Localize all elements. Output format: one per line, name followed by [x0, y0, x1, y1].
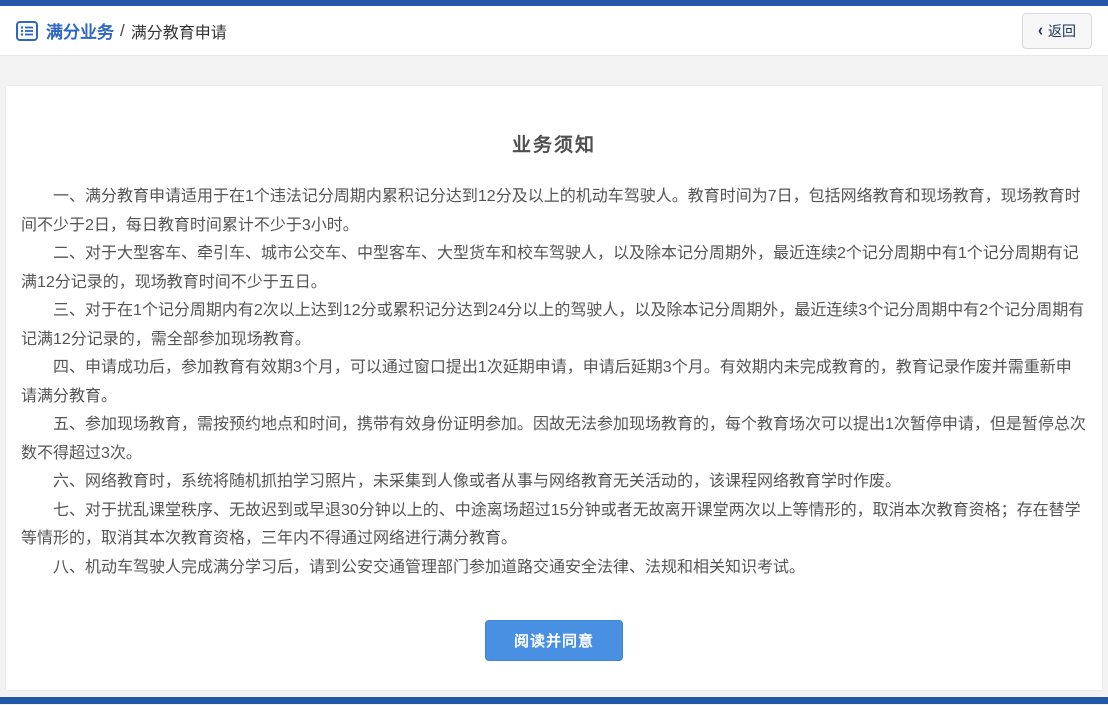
notice-paragraph-4: 四、申请成功后，参加教育有效期3个月，可以通过窗口提出1次延期申请，申请后延期3…: [21, 354, 1087, 411]
notice-paragraph-2: 二、对于大型客车、牵引车、城市公交车、中型客车、大型货车和校车驾驶人，以及除本记…: [21, 240, 1087, 297]
notice-paragraph-8: 八、机动车驾驶人完成满分学习后，请到公安交通管理部门参加道路交通安全法律、法规和…: [21, 554, 1087, 583]
notice-paragraph-5: 五、参加现场教育，需按预约地点和时间，携带有效身份证明参加。因故无法参加现场教育…: [21, 411, 1087, 468]
header: 满分业务 / 满分教育申请 ‹ 返回: [0, 6, 1108, 56]
back-button-label: 返回: [1048, 21, 1076, 41]
breadcrumb-separator: /: [120, 21, 125, 41]
breadcrumb-root-link[interactable]: 满分业务: [46, 18, 114, 43]
notice-body: 一、满分教育申请适用于在1个违法记分周期内累积记分达到12分及以上的机动车驾驶人…: [21, 183, 1087, 582]
notice-title: 业务须知: [21, 130, 1087, 157]
agree-button-row: 阅读并同意: [21, 620, 1087, 661]
chevron-left-icon: ‹: [1038, 22, 1043, 39]
notice-paragraph-1: 一、满分教育申请适用于在1个违法记分周期内累积记分达到12分及以上的机动车驾驶人…: [21, 183, 1087, 240]
notice-card: 业务须知 一、满分教育申请适用于在1个违法记分周期内累积记分达到12分及以上的机…: [5, 85, 1103, 691]
notice-paragraph-3: 三、对于在1个记分周期内有2次以上达到12分或累积记分达到24分以上的驾驶人，以…: [21, 297, 1087, 354]
breadcrumb: 满分业务 / 满分教育申请: [16, 18, 227, 43]
breadcrumb-current: 满分教育申请: [131, 19, 227, 43]
back-button[interactable]: ‹ 返回: [1022, 13, 1092, 49]
agree-button[interactable]: 阅读并同意: [485, 620, 623, 661]
bottom-accent-bar: [0, 697, 1108, 704]
notice-paragraph-6: 六、网络教育时，系统将随机抓拍学习照片，未采集到人像或者从事与网络教育无关活动的…: [21, 468, 1087, 497]
notice-paragraph-7: 七、对于扰乱课堂秩序、无故迟到或早退30分钟以上的、中途离场超过15分钟或者无故…: [21, 497, 1087, 554]
list-icon: [16, 21, 38, 41]
